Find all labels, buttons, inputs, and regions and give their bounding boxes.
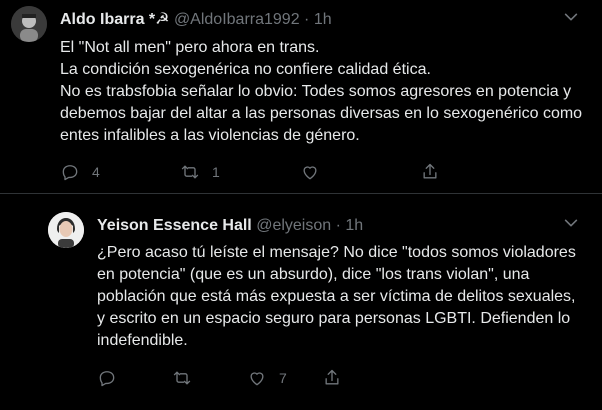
timestamp[interactable]: 1h: [345, 217, 363, 234]
retweet-icon: [173, 371, 191, 385]
share-icon: [325, 369, 339, 385]
like-count: 7: [279, 370, 287, 386]
heart-icon: [250, 372, 264, 386]
tweet-text: ¿Pero acaso tú leíste el mensaje? No dic…: [97, 244, 576, 349]
retweet-button[interactable]: [172, 368, 247, 388]
separator-dot: ·: [335, 217, 341, 234]
tweet-actions: 7: [97, 368, 397, 388]
tweet-2[interactable]: Yeison Essence Hall @elyeison · 1h ¿Pero…: [0, 0, 602, 410]
avatar[interactable]: [48, 212, 84, 248]
reply-icon: [99, 371, 115, 387]
author-name[interactable]: Yeison Essence Hall: [97, 217, 252, 234]
like-button[interactable]: 7: [247, 368, 322, 388]
avatar-image: [48, 212, 84, 248]
chevron-down-icon[interactable]: [562, 214, 580, 235]
reply-button[interactable]: [97, 368, 172, 388]
author-handle[interactable]: @elyeison: [256, 217, 331, 234]
tweet-header: Yeison Essence Hall @elyeison · 1h: [97, 216, 363, 236]
share-button[interactable]: [322, 368, 397, 388]
